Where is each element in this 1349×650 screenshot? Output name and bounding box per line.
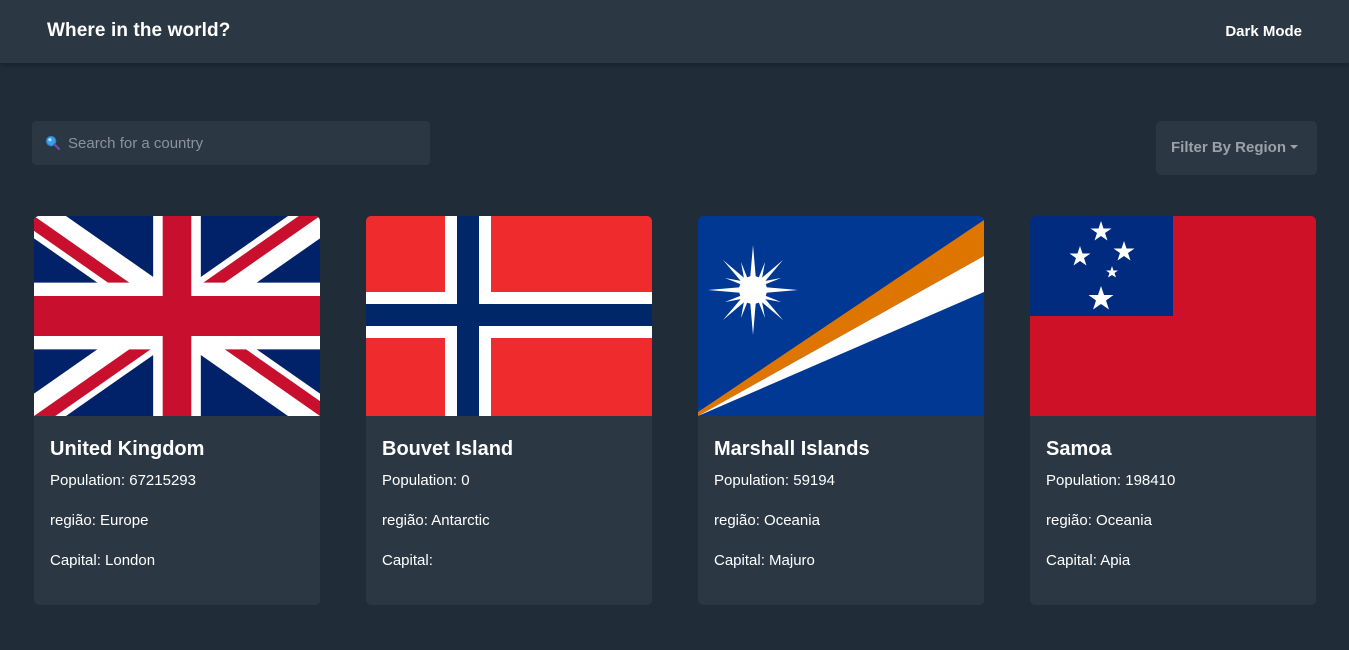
region-line: região: Europe bbox=[50, 512, 149, 529]
country-card-samoa[interactable]: Samoa Population: 198410 região: Oceania… bbox=[1030, 216, 1316, 605]
marshall-islands-flag bbox=[698, 216, 984, 416]
capital-line: Capital: bbox=[382, 552, 433, 569]
filter-region-dropdown[interactable]: Filter By Region bbox=[1156, 121, 1317, 175]
country-name: Samoa bbox=[1046, 438, 1112, 460]
population-line: Population: 0 bbox=[382, 472, 470, 489]
population-value: 198410 bbox=[1125, 472, 1176, 489]
united-kingdom-flag bbox=[34, 216, 320, 416]
country-name: United Kingdom bbox=[50, 438, 205, 460]
population-value: 0 bbox=[461, 472, 470, 489]
population-line: Population: 59194 bbox=[714, 472, 835, 489]
population-line: Population: 67215293 bbox=[50, 472, 196, 489]
region-value: Oceania bbox=[764, 512, 820, 529]
search-icon bbox=[45, 135, 60, 150]
dark-mode-toggle[interactable]: Dark Mode bbox=[1225, 23, 1302, 40]
region-value: Europe bbox=[100, 512, 149, 529]
capital-value: London bbox=[105, 552, 156, 569]
region-value: Oceania bbox=[1096, 512, 1152, 529]
capital-line: Capital: Majuro bbox=[714, 552, 815, 569]
samoa-flag bbox=[1030, 216, 1316, 416]
country-card-united-kingdom[interactable]: United Kingdom Population: 67215293 regi… bbox=[34, 216, 320, 605]
search-bar[interactable] bbox=[32, 121, 430, 165]
country-name: Marshall Islands bbox=[714, 438, 870, 460]
top-navbar: Where in the world? Dark Mode bbox=[0, 0, 1349, 63]
filter-region-label: Filter By Region bbox=[1171, 139, 1287, 156]
country-name: Bouvet Island bbox=[382, 438, 514, 460]
population-value: 67215293 bbox=[129, 472, 196, 489]
country-card-marshall-islands[interactable]: Marshall Islands Population: 59194 regiã… bbox=[698, 216, 984, 605]
region-line: região: Antarctic bbox=[382, 512, 490, 529]
population-line: Population: 198410 bbox=[1046, 472, 1176, 489]
region-value: Antarctic bbox=[431, 512, 490, 529]
capital-value: Apia bbox=[1100, 552, 1131, 569]
capital-value: Majuro bbox=[769, 552, 815, 569]
region-line: região: Oceania bbox=[714, 512, 820, 529]
search-input[interactable] bbox=[68, 121, 418, 165]
app-title: Where in the world? bbox=[47, 20, 231, 41]
region-line: região: Oceania bbox=[1046, 512, 1152, 529]
bouvet-island-flag bbox=[366, 216, 652, 416]
country-card-bouvet-island[interactable]: Bouvet Island Population: 0 região: Anta… bbox=[366, 216, 652, 605]
population-value: 59194 bbox=[793, 472, 835, 489]
capital-line: Capital: Apia bbox=[1046, 552, 1131, 569]
capital-line: Capital: London bbox=[50, 552, 156, 569]
chevron-down-icon bbox=[1290, 145, 1299, 150]
